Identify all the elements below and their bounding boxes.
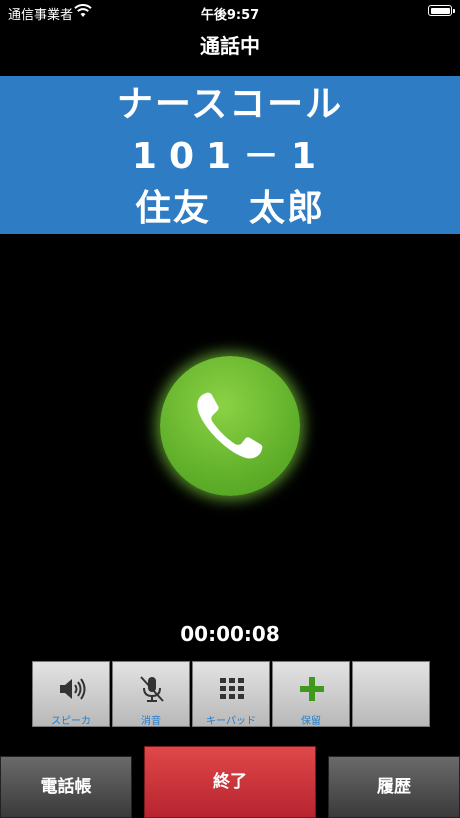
caller-name: 住友 太郎 xyxy=(134,188,325,229)
speaker-button[interactable]: スピーカ xyxy=(32,661,110,727)
empty-function-button[interactable] xyxy=(352,661,430,727)
history-button[interactable]: 履歴 xyxy=(328,756,460,818)
plus-icon xyxy=(300,677,324,701)
hold-label: 保留 xyxy=(301,716,321,727)
speaker-icon xyxy=(60,678,86,700)
page-title: 通話中 xyxy=(200,34,260,58)
hold-button[interactable]: 保留 xyxy=(272,661,350,727)
speaker-label: スピーカ xyxy=(51,716,91,727)
call-timer: 00:00:08 xyxy=(180,622,280,646)
end-call-button[interactable]: 終了 xyxy=(144,746,316,818)
mute-label: 消音 xyxy=(141,716,161,727)
mute-button[interactable]: 消音 xyxy=(112,661,190,727)
function-bar: スピーカ 消音 キーパッド 保留 xyxy=(32,661,430,729)
caller-room: 101－1 xyxy=(131,136,329,177)
mute-microphone-icon xyxy=(140,676,164,702)
status-time: 午後9:57 xyxy=(200,8,260,23)
status-bar: 通信事業者 午後9:57 xyxy=(0,0,460,24)
call-status-indicator xyxy=(160,356,300,496)
phone-handset-icon xyxy=(197,392,263,459)
keypad-button[interactable]: キーパッド xyxy=(192,661,270,727)
caller-banner: ナースコール 101－1 住友 太郎 xyxy=(0,76,460,234)
keypad-icon xyxy=(220,678,244,699)
battery-icon xyxy=(428,5,455,16)
caller-type: ナースコール xyxy=(116,84,344,125)
phonebook-button[interactable]: 電話帳 xyxy=(0,756,132,818)
keypad-label: キーパッド xyxy=(206,716,256,727)
